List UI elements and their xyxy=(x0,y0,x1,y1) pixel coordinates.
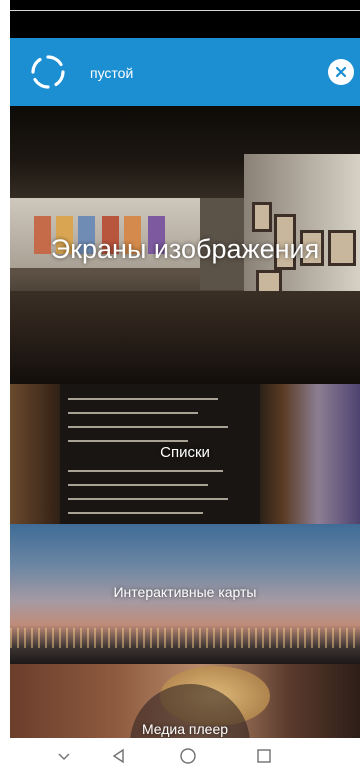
system-navigation-bar xyxy=(0,738,360,773)
home-circle-icon xyxy=(180,748,196,764)
chalk-line xyxy=(68,440,188,442)
tile-interactive-maps[interactable]: Интерактивные карты xyxy=(10,524,360,664)
tile-image-screens[interactable]: Экраны изображения xyxy=(10,106,360,384)
chalk-line xyxy=(68,470,223,472)
back-triangle-icon xyxy=(112,748,124,764)
tile-label: Экраны изображения xyxy=(50,234,320,264)
nav-home-button[interactable] xyxy=(176,746,200,766)
status-bar-divider xyxy=(10,10,360,11)
tile-media-player[interactable]: Медиа плеер xyxy=(10,664,360,738)
chalk-line xyxy=(68,484,208,486)
gallery-frame xyxy=(252,202,272,232)
chalk-line xyxy=(68,426,228,428)
chevron-down-icon xyxy=(58,753,70,760)
close-icon xyxy=(335,66,347,78)
tile-label: Медиа плеер xyxy=(141,721,229,737)
tile-lists[interactable]: Списки xyxy=(10,384,360,524)
recents-square-icon xyxy=(257,749,271,763)
city-lights xyxy=(10,628,360,648)
chalk-line xyxy=(68,412,198,414)
left-edge xyxy=(0,0,10,773)
chalk-line xyxy=(68,398,218,400)
close-button[interactable] xyxy=(328,59,354,85)
tile-list: Экраны изображения Списки Интерактивные … xyxy=(10,106,360,738)
status-bar xyxy=(10,0,360,38)
nav-back-button[interactable] xyxy=(107,746,131,766)
header-title: пустой xyxy=(90,65,134,81)
nav-recents-button[interactable] xyxy=(252,746,276,766)
tile-label: Списки xyxy=(160,444,210,461)
app-header: пустой xyxy=(10,38,360,106)
chalk-line xyxy=(68,512,203,514)
gallery-floor xyxy=(10,291,360,384)
nav-collapse-button[interactable] xyxy=(52,746,76,766)
chalk-line xyxy=(68,498,228,500)
loading-ring-icon xyxy=(31,55,65,89)
tile-label: Интерактивные карты xyxy=(113,584,257,600)
